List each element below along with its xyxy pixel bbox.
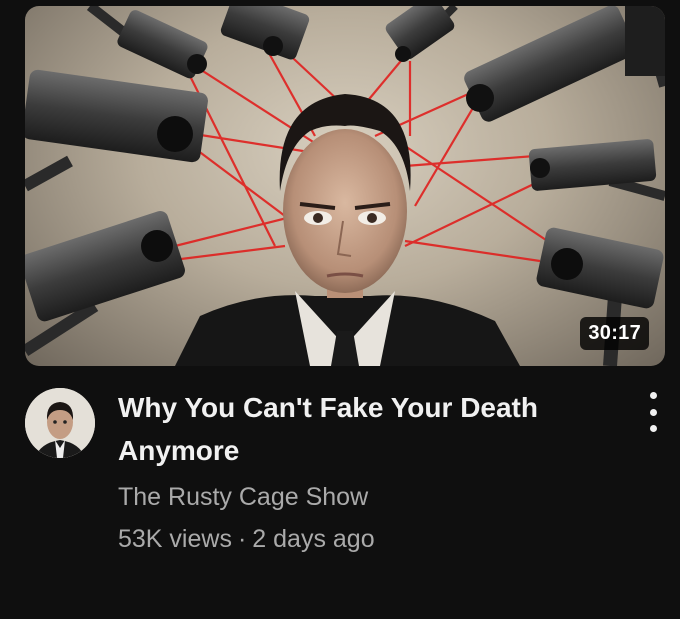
stats-separator: · (237, 525, 247, 553)
channel-name[interactable]: The Rusty Cage Show (118, 481, 608, 513)
security-camera-right-middle (528, 139, 665, 201)
security-camera-top-right-large (464, 6, 665, 122)
video-title[interactable]: Why You Can't Fake Your Death Anymore (118, 386, 608, 472)
security-camera-left-middle (25, 69, 208, 192)
security-camera-left-lower (25, 210, 185, 357)
duration-badge: 30:17 (580, 317, 649, 350)
channel-avatar[interactable] (25, 388, 95, 458)
upload-age: 2 days ago (252, 525, 375, 553)
menu-dot (649, 392, 657, 399)
avatar-image (25, 388, 95, 458)
security-camera-top-right-small (385, 6, 458, 62)
more-vert-icon[interactable] (641, 392, 665, 432)
thumbnail-image (25, 6, 665, 366)
video-thumbnail[interactable]: 30:17 (25, 6, 665, 366)
menu-dot (649, 408, 657, 416)
video-stats: 53K views · 2 days ago (118, 523, 608, 555)
menu-dot (649, 425, 657, 432)
security-camera-top-left (86, 6, 208, 79)
video-text: Why You Can't Fake Your Death Anymore Th… (118, 386, 608, 555)
view-count: 53K views (118, 525, 232, 553)
video-card[interactable]: 30:17 Why You Can't Fake Your Death Anym… (0, 0, 680, 619)
security-camera-top-center (220, 6, 310, 60)
man-figure (175, 94, 520, 366)
